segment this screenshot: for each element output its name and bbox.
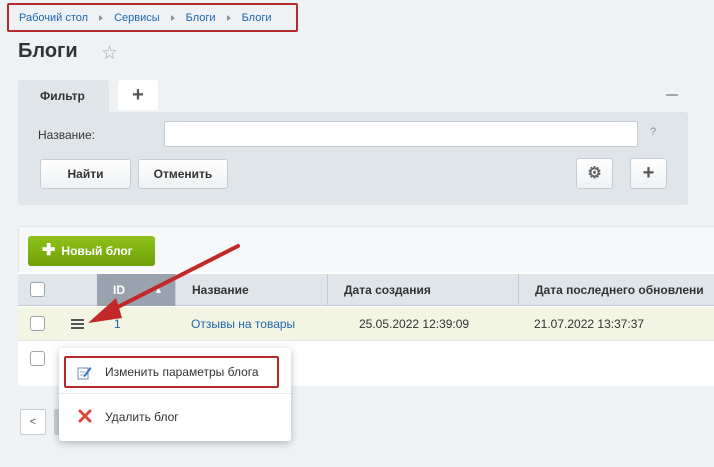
context-menu: Изменить параметры блога Удалить блог [59,348,291,441]
name-input[interactable] [164,121,638,147]
row-checkbox[interactable] [30,316,45,331]
new-blog-label: Новый блог [61,244,133,258]
column-created[interactable]: Дата создания [327,274,518,306]
breadcrumb-item-blogs-current[interactable]: Блоги [242,12,272,24]
breadcrumb-item-services[interactable]: Сервисы [114,12,160,24]
edit-blog-label: Изменить параметры блога [105,365,259,379]
add-filter-tab-button[interactable]: + [118,80,158,110]
gear-icon[interactable]: ⚙ [576,158,613,189]
row-id[interactable]: 1 [114,307,121,341]
add-field-button[interactable]: + [630,158,667,189]
pager-prev-button[interactable]: < [20,409,46,435]
column-id[interactable]: ID ▲ [97,274,175,306]
row-name[interactable]: Отзывы на товары [191,307,295,341]
table-row[interactable]: 1 Отзывы на товары 25.05.2022 12:39:09 2… [18,307,714,341]
column-updated[interactable]: Дата последнего обновлени [518,274,714,306]
edit-blog-menu-item[interactable]: Изменить параметры блога [64,356,279,388]
menu-divider [59,393,291,394]
delete-blog-menu-item[interactable]: Удалить блог [64,401,279,433]
row-updated: 21.07.2022 13:37:37 [534,317,645,331]
breadcrumb: Рабочий стол Сервисы Блоги Блоги [7,3,298,32]
name-label: Название: [38,128,95,142]
cancel-button[interactable]: Отменить [138,159,228,189]
breadcrumb-item-blogs[interactable]: Блоги [186,12,216,24]
grid-toolbar: ✚ Новый блог [18,226,714,272]
page-title: Блоги [18,40,78,62]
column-name[interactable]: Название [175,274,327,306]
edit-icon [77,367,92,380]
chevron-right-icon [170,14,175,21]
breadcrumb-item-desktop[interactable]: Рабочий стол [19,12,88,24]
collapse-icon[interactable] [666,94,678,96]
filter-panel: Название: ? Найти Отменить ⚙ + [18,112,688,205]
help-icon[interactable]: ? [650,126,656,138]
menu-icon[interactable] [71,319,84,329]
close-icon [78,409,92,423]
sort-asc-icon: ▲ [154,285,163,295]
star-icon[interactable]: ☆ [101,42,118,65]
new-blog-button[interactable]: ✚ Новый блог [28,236,155,266]
delete-blog-label: Удалить блог [105,410,179,424]
tab-filter[interactable]: Фильтр [18,80,109,112]
select-all-checkbox[interactable] [30,282,45,297]
plus-icon: ✚ [42,242,56,259]
chevron-right-icon [226,14,231,21]
table-header: ID ▲ Название Дата создания Дата последне… [18,274,714,306]
row-created: 25.05.2022 12:39:09 [359,317,470,331]
chevron-right-icon [99,14,104,21]
find-button[interactable]: Найти [40,159,131,189]
row-checkbox[interactable] [30,351,45,366]
